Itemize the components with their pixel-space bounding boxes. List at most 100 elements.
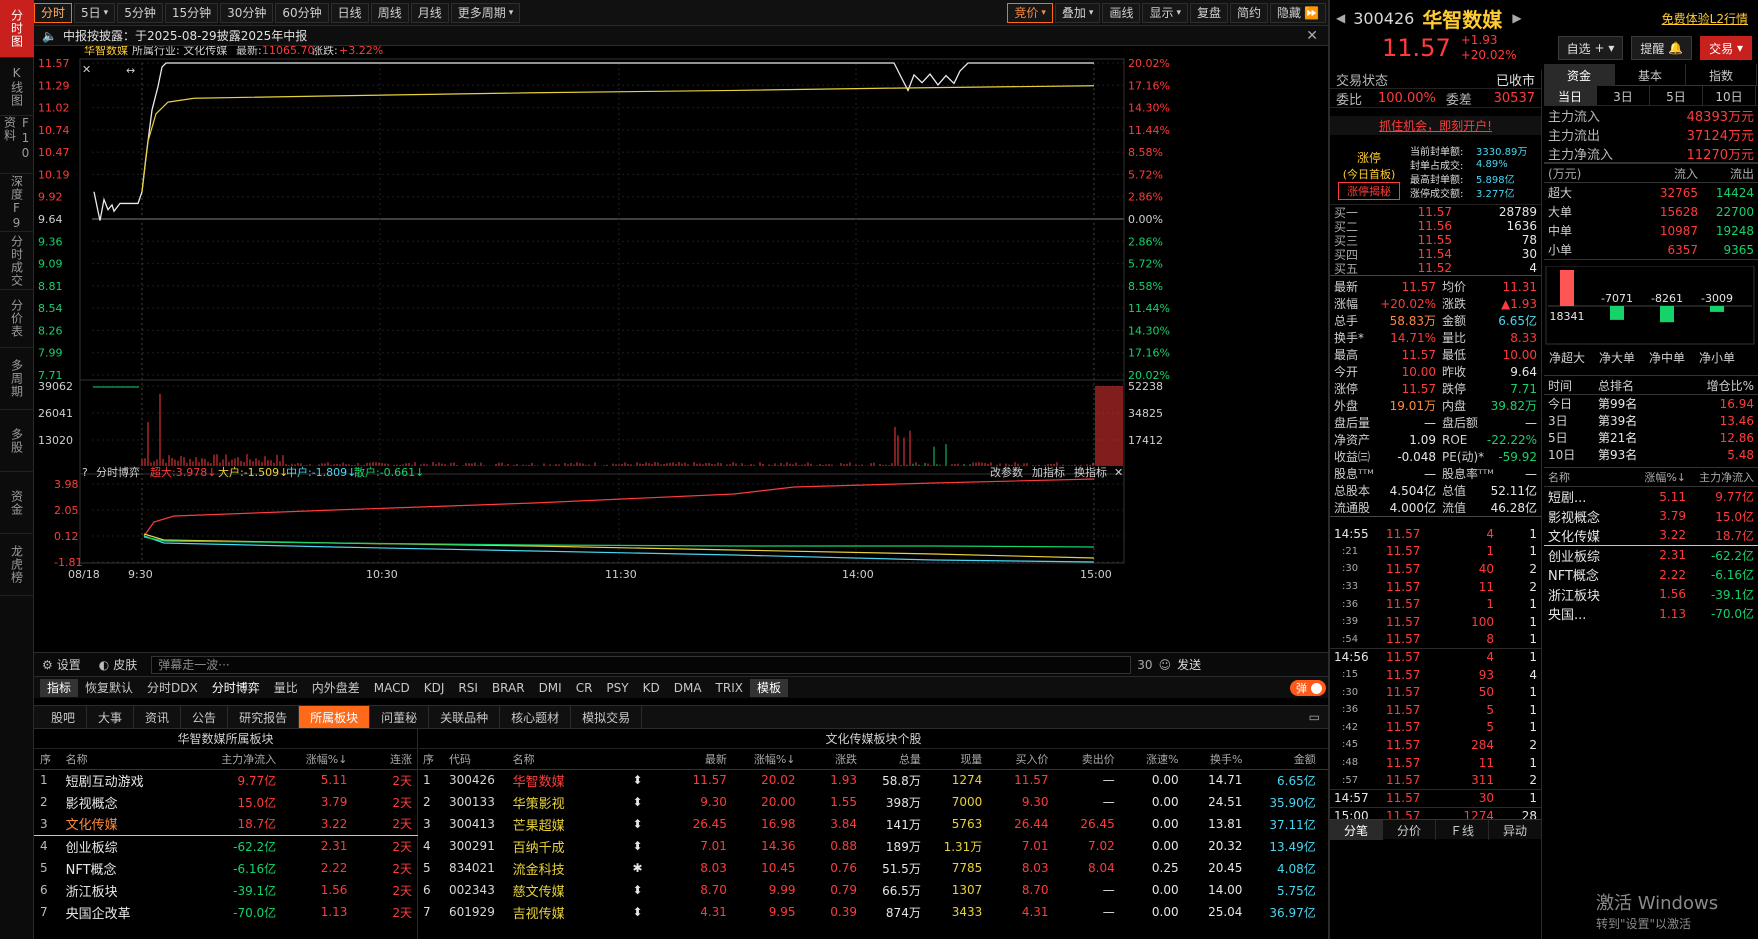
column-header[interactable]: 涨跌: [799, 749, 861, 770]
fund-tab-0[interactable]: 资金: [1544, 64, 1615, 86]
table-row[interactable]: 2 300133 华策影视 ⬍ 9.30 20.00 1.55 398万 7000 9.30 — 0.…: [419, 791, 1328, 813]
skin-icon[interactable]: ◐: [99, 658, 109, 672]
indicator-tab-12[interactable]: PSY: [599, 679, 635, 697]
close-icon[interactable]: ✕: [1114, 466, 1123, 479]
left-tab-5[interactable]: 分价表: [0, 290, 34, 348]
column-header[interactable]: 序: [34, 749, 60, 770]
fund-period-tab-2[interactable]: 5日: [1650, 86, 1703, 106]
period-button-9[interactable]: 更多周期 ▾: [450, 2, 521, 23]
close-icon[interactable]: ✕: [1306, 28, 1318, 44]
fund-period-tab-1[interactable]: 3日: [1597, 86, 1650, 106]
bottom-tab-5[interactable]: 所属板块: [299, 706, 371, 728]
left-tab-1[interactable]: K线图: [0, 58, 34, 116]
table-row[interactable]: 6 浙江板块 -39.1亿 1.56 2天: [34, 879, 418, 901]
tick-tab-2[interactable]: Ｆ线: [1436, 820, 1489, 840]
watchlist-button[interactable]: 自选 + ▾: [1557, 36, 1624, 60]
bottom-tab-9[interactable]: 模拟交易: [571, 706, 643, 728]
tick-tab-1[interactable]: 分价: [1383, 820, 1436, 840]
left-tab-2[interactable]: F10资料: [0, 116, 34, 174]
indicator-tab-3[interactable]: 分时博弈: [205, 679, 267, 697]
indicator-tab-11[interactable]: CR: [569, 679, 600, 697]
danmu-input[interactable]: 弹幕走一波···: [151, 655, 1132, 674]
next-stock-icon[interactable]: ▶: [1512, 11, 1521, 25]
table-row[interactable]: 6 002343 慈文传媒 ⬍ 8.70 9.99 0.79 66.5万 1307 8.70 — 0.…: [419, 879, 1328, 901]
trade-button[interactable]: 交易 ▾: [1700, 36, 1752, 60]
indicator-tab-4[interactable]: 量比: [267, 679, 305, 697]
indicator-tab-1[interactable]: 恢复默认: [78, 679, 140, 697]
period-button-2[interactable]: 5分钟: [117, 2, 163, 23]
bottom-tab-2[interactable]: 资讯: [134, 706, 182, 728]
table-row[interactable]: 7 央国企改革 -70.0亿 1.13 2天: [34, 901, 418, 923]
period-button-4[interactable]: 30分钟: [220, 2, 274, 23]
toolbar-button-4[interactable]: 复盘: [1190, 2, 1229, 23]
column-header[interactable]: 换手%: [1182, 749, 1247, 770]
intraday-chart[interactable]: 华智数媒 所属行业: 文化传媒 最新: 11065.70 涨跌: +3.22% 11.57 2…: [34, 46, 1328, 652]
column-header[interactable]: 代码: [445, 749, 509, 770]
table-row[interactable]: 2 影视概念 15.0亿 3.79 2天: [34, 791, 418, 813]
fund-period-tab-3[interactable]: 10日: [1703, 86, 1756, 106]
column-header[interactable]: 主力净流入: [190, 749, 283, 770]
emoji-icon[interactable]: ☺: [1159, 658, 1172, 672]
table-row[interactable]: 5 834021 流金科技 ✱ 8.03 10.45 0.76 51.5万 7785 8.03 8.…: [419, 857, 1328, 879]
danmu-toggle[interactable]: 弹: [1290, 680, 1326, 696]
left-tab-4[interactable]: 分时成交: [0, 232, 34, 290]
open-account-ad[interactable]: 抓住机会，即刻开户!: [1330, 116, 1541, 135]
l2-promo-link[interactable]: 免费体验L2行情: [1662, 10, 1748, 27]
sector-column-header[interactable]: 涨幅%↓: [1626, 469, 1686, 485]
column-header[interactable]: 序: [419, 749, 446, 770]
popout-icon[interactable]: ▭: [1309, 710, 1320, 724]
table-row[interactable]: 7 601929 吉视传媒 ⬍ 4.31 9.95 0.39 874万 3433 4.31 — 0.0…: [419, 901, 1328, 923]
game-button-0[interactable]: 改参数: [990, 465, 1023, 479]
skin-button[interactable]: 皮肤: [113, 656, 137, 673]
bottom-tab-0[interactable]: 股吧: [40, 706, 88, 728]
bottom-tab-3[interactable]: 公告: [181, 706, 229, 728]
indicator-tab-7[interactable]: KDJ: [417, 679, 452, 697]
bottom-tab-7[interactable]: 关联品种: [429, 706, 501, 728]
column-header[interactable]: 涨幅%↓: [730, 749, 800, 770]
table-row[interactable]: 1 短剧互动游戏 9.77亿 5.11 2天: [34, 769, 418, 791]
toolbar-button-2[interactable]: 画线: [1102, 2, 1141, 23]
toolbar-button-6[interactable]: 隐藏 ⏩: [1270, 2, 1326, 23]
column-header[interactable]: 涨速%: [1118, 749, 1183, 770]
column-header[interactable]: 卖出价: [1052, 749, 1119, 770]
indicator-tab-8[interactable]: RSI: [451, 679, 485, 697]
sector-row[interactable]: 影视概念 3.79 15.0亿: [1544, 507, 1758, 527]
settings-icon[interactable]: ⚙: [42, 658, 53, 672]
toolbar-button-0[interactable]: 竞价 ▾: [1007, 2, 1053, 23]
column-header[interactable]: 现量: [924, 749, 987, 770]
table-row[interactable]: 1 300426 华智数媒 ⬍ 11.57 20.02 1.93 58.8万 1274 11.57…: [419, 769, 1328, 791]
indicator-tab-14[interactable]: DMA: [667, 679, 709, 697]
resize-icon[interactable]: ↔: [126, 64, 135, 77]
left-tab-0[interactable]: 分时图: [0, 0, 34, 58]
indicator-tab-16[interactable]: 模板: [749, 678, 788, 697]
column-header[interactable]: 名称: [508, 749, 606, 770]
send-button[interactable]: 发送: [1177, 656, 1201, 673]
sector-row[interactable]: 浙江板块 1.56 -39.1亿: [1544, 585, 1758, 605]
tick-tab-3[interactable]: 异动: [1489, 820, 1542, 840]
table-row[interactable]: 5 NFT概念 -6.16亿 2.22 2天: [34, 857, 418, 879]
column-header[interactable]: 连涨: [353, 749, 418, 770]
fund-tab-1[interactable]: 基本: [1615, 64, 1686, 86]
left-tab-3[interactable]: 深度F9: [0, 174, 34, 232]
bottom-tab-8[interactable]: 核心题材: [500, 706, 572, 728]
fund-tab-2[interactable]: 指数: [1686, 64, 1757, 86]
tick-tab-0[interactable]: 分笔: [1330, 820, 1383, 840]
sector-row[interactable]: NFT概念 2.22 -6.16亿: [1544, 565, 1758, 585]
column-header[interactable]: 总量: [860, 749, 925, 770]
column-header[interactable]: [605, 749, 670, 770]
toolbar-button-5[interactable]: 简约: [1230, 2, 1269, 23]
indicator-tab-5[interactable]: 内外盘差: [305, 679, 367, 697]
table-row[interactable]: 3 300413 芒果超媒 ⬍ 26.45 16.98 3.84 141万 5763 26.44 2…: [419, 813, 1328, 835]
indicator-tab-0[interactable]: 指标: [40, 678, 79, 697]
period-button-7[interactable]: 周线: [370, 2, 409, 23]
limit-secret-button[interactable]: 涨停揭秘: [1338, 182, 1400, 200]
indicator-tab-6[interactable]: MACD: [367, 679, 417, 697]
left-tab-7[interactable]: 多股: [0, 410, 34, 472]
indicator-tab-2[interactable]: 分时DDX: [140, 679, 205, 697]
sector-row[interactable]: 央国... 1.13 -70.0亿: [1544, 604, 1758, 624]
left-tab-6[interactable]: 多周期: [0, 348, 34, 410]
help-icon[interactable]: ?: [82, 466, 88, 479]
bottom-tab-6[interactable]: 问董秘: [370, 706, 430, 728]
sector-row[interactable]: 文化传媒 3.22 18.7亿: [1544, 526, 1758, 546]
crosshair-icon[interactable]: ✕: [82, 63, 91, 76]
